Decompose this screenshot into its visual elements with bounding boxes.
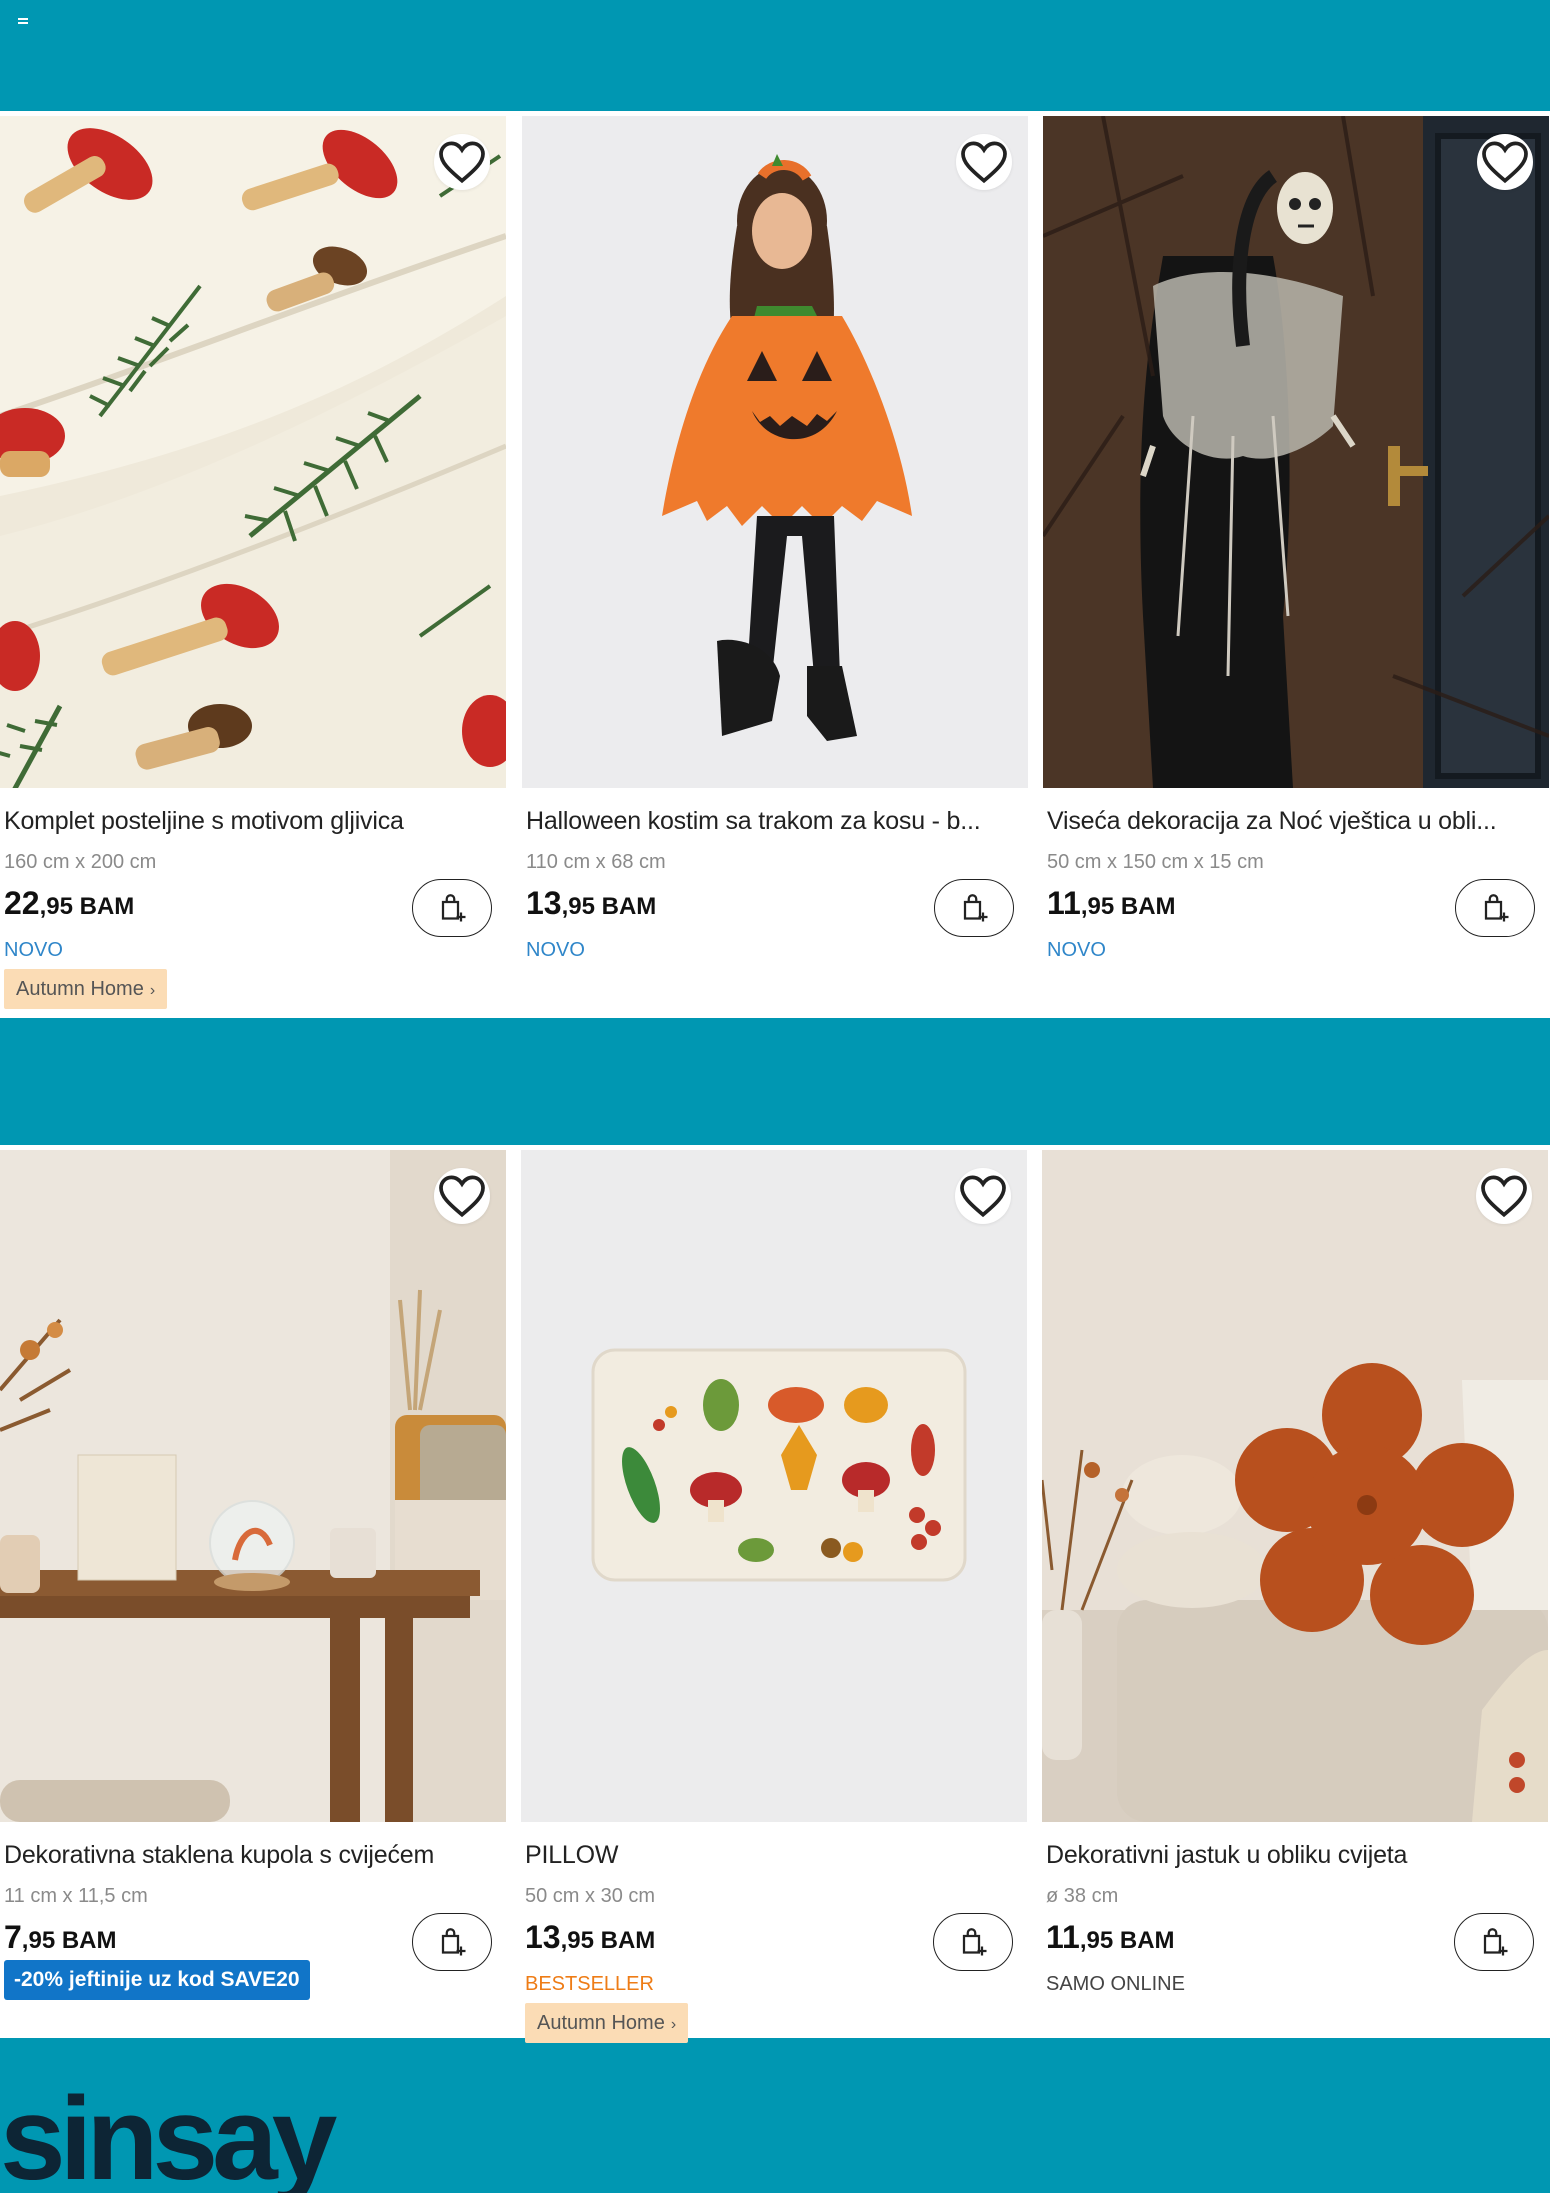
favorite-button[interactable] [1477,134,1533,190]
product-size: ø 38 cm [1046,1885,1119,1907]
product-image[interactable] [522,116,1028,788]
product-title[interactable]: Dekorativna staklena kupola s cvijećem [4,1841,500,1870]
product-title[interactable]: PILLOW [525,1841,1021,1870]
product-image[interactable] [1043,116,1549,788]
bestseller-badge: BESTSELLER [525,1973,654,1995]
product-image[interactable] [0,116,506,788]
product-price: 13,95 BAM [525,1919,656,1955]
add-to-cart-button[interactable] [412,879,492,937]
add-to-cart-button[interactable] [933,1913,1013,1971]
heart-icon [1482,141,1528,184]
add-to-cart-button[interactable] [412,1913,492,1971]
add-to-cart-icon [441,1928,466,1956]
product-size: 160 cm x 200 cm [4,851,157,873]
product-size: 110 cm x 68 cm [526,851,666,873]
favorite-button[interactable] [1476,1168,1532,1224]
chevron-right-icon: › [670,2016,677,2033]
new-badge: NOVO [1047,939,1106,961]
heart-icon [439,141,485,184]
product-size: 50 cm x 30 cm [525,1885,656,1907]
product-card[interactable]: PILLOW 50 cm x 30 cm 13,95 BAM BESTSELLE… [521,1145,1027,2043]
add-to-cart-button[interactable] [934,879,1014,937]
product-title[interactable]: Viseća dekoracija za Noć vještica u obli… [1047,807,1543,836]
collection-chip[interactable]: Autumn Home › [525,2003,689,2043]
product-price: 11,95 BAM [1047,885,1176,921]
product-title[interactable]: Dekorativni jastuk u obliku cvijeta [1046,1841,1542,1870]
product-size: 50 cm x 150 cm x 15 cm [1047,851,1264,873]
product-image[interactable] [0,1150,506,1822]
new-badge: NOVO [526,939,585,961]
product-card[interactable]: Halloween kostim sa trakom za kosu - b..… [522,111,1028,1018]
heart-icon [961,141,1007,184]
product-price: 13,95 BAM [526,885,657,921]
product-grid-row-1: Komplet posteljine s motivom gljivica 16… [0,111,1550,1018]
favorite-button[interactable] [434,1168,490,1224]
add-to-cart-button[interactable] [1455,879,1535,937]
product-card[interactable]: Viseća dekoracija za Noć vještica u obli… [1043,111,1549,1018]
product-card[interactable]: Dekorativni jastuk u obliku cvijeta ø 38… [1042,1145,1548,2038]
heart-icon [1481,1175,1527,1218]
product-image[interactable] [1042,1150,1548,1822]
product-price: 7,95 BAM [4,1919,117,1955]
product-card[interactable]: Komplet posteljine s motivom gljivica 16… [0,111,506,1018]
heart-icon [960,1175,1006,1218]
chevron-right-icon: › [149,982,156,999]
new-badge: NOVO [4,939,63,961]
svg-text:sinsay: sinsay [0,2074,337,2193]
collection-chip[interactable]: Autumn Home › [4,969,168,1009]
online-only-badge: SAMO ONLINE [1046,1973,1185,1995]
product-price: 22,95 BAM [4,885,135,921]
product-image[interactable] [521,1150,1027,1822]
product-size: 11 cm x 11,5 cm [4,1885,148,1907]
favorite-button[interactable] [955,1168,1011,1224]
product-title[interactable]: Halloween kostim sa trakom za kosu - b..… [526,807,1022,836]
top-bar [0,0,1550,111]
favorite-button[interactable] [434,134,490,190]
product-grid-row-2: Dekorativna staklena kupola s cvijećem 1… [0,1145,1550,2043]
add-to-cart-button[interactable] [1454,1913,1534,1971]
add-to-cart-icon [441,894,466,922]
add-to-cart-icon [963,894,988,922]
add-to-cart-icon [1484,894,1509,922]
heart-icon [439,1175,485,1218]
add-to-cart-icon [962,1928,987,1956]
product-card[interactable]: Dekorativna staklena kupola s cvijećem 1… [0,1145,506,2038]
hamburger-icon[interactable] [18,18,28,26]
favorite-button[interactable] [956,134,1012,190]
product-price: 11,95 BAM [1046,1919,1175,1955]
promo-badge: -20% jeftinije uz kod SAVE20 [4,1960,310,2000]
product-title[interactable]: Komplet posteljine s motivom gljivica [4,807,500,836]
add-to-cart-icon [1483,1928,1508,1956]
sinsay-logo[interactable]: sinsay [0,2074,340,2193]
